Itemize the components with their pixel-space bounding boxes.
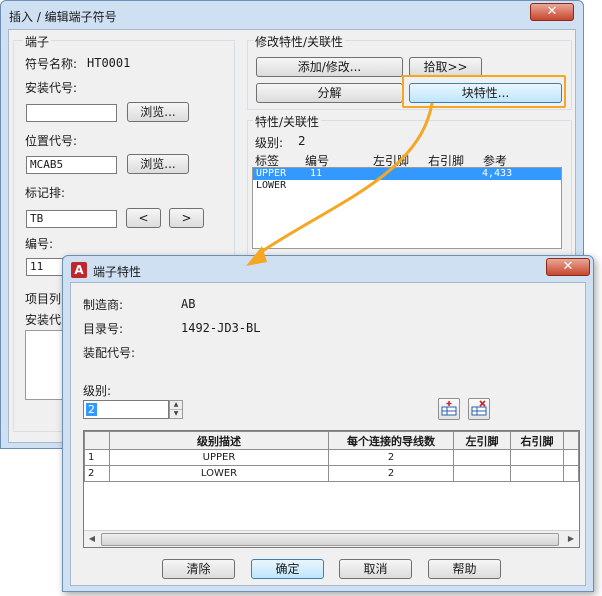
catalog-value: 1492-JD3-BL <box>181 321 261 335</box>
cell-filler <box>563 465 579 482</box>
delete-row-icon <box>471 400 487 416</box>
manufacturer-label: 制造商: <box>83 298 124 312</box>
modify-group-label: 修改特性/关联性 <box>253 33 346 50</box>
ok-button[interactable]: 确定 <box>251 559 324 579</box>
install-code-input[interactable] <box>26 104 117 122</box>
horizontal-scrollbar[interactable]: ◀ ▶ <box>84 530 579 547</box>
next-tag-button[interactable]: > <box>169 208 204 228</box>
grid-header-right-pin[interactable]: 右引脚 <box>510 431 564 450</box>
cell-right-pin[interactable] <box>510 449 564 466</box>
grid-header-left-pin[interactable]: 左引脚 <box>453 431 511 450</box>
back-titlebar[interactable]: 插入 / 编辑端子符号 ✕ <box>1 1 583 29</box>
grid-header-filler <box>563 431 579 450</box>
close-icon[interactable]: ✕ <box>546 258 590 276</box>
front-client: 制造商: AB 目录号: 1492-JD3-BL 装配代号: 级别: 2 ▲ ▼ <box>70 282 586 586</box>
level-label-front: 级别: <box>83 384 112 398</box>
grid-corner-header <box>84 431 110 450</box>
terminal-properties-dialog: A 端子特性 ✕ 制造商: AB 目录号: 1492-JD3-BL 装配代号: … <box>62 255 594 592</box>
help-button[interactable]: 帮助 <box>428 559 501 579</box>
location-code-label: 位置代号: <box>25 134 78 148</box>
tag-strip-label: 标记排: <box>25 186 66 200</box>
cell-desc[interactable]: LOWER <box>109 465 329 482</box>
properties-group-label: 特性/关联性 <box>253 113 322 130</box>
location-code-input[interactable]: MCAB5 <box>26 156 117 174</box>
scroll-left-icon[interactable]: ◀ <box>84 531 100 547</box>
scroll-thumb[interactable] <box>101 533 559 546</box>
row-index: 2 <box>84 465 110 482</box>
autocad-app-icon: A <box>71 262 87 278</box>
levels-grid[interactable]: 级别描述 每个连接的导线数 左引脚 右引脚 1 UPPER 2 2 LOWER … <box>83 430 580 548</box>
level-spinner-input[interactable]: 2 <box>83 400 169 419</box>
table-row[interactable]: 1 UPPER 2 <box>84 449 579 466</box>
explode-button[interactable]: 分解 <box>256 83 403 103</box>
insert-row-button[interactable] <box>438 398 460 420</box>
symbol-name-label: 符号名称: <box>25 57 78 71</box>
table-row[interactable]: 2 LOWER 2 <box>84 465 579 482</box>
level-spinner-buttons[interactable]: ▲ ▼ <box>169 400 183 419</box>
prev-tag-button[interactable]: < <box>126 208 161 228</box>
scroll-right-icon[interactable]: ▶ <box>563 531 579 547</box>
insert-row-icon <box>441 401 457 416</box>
spin-down-icon[interactable]: ▼ <box>170 410 182 418</box>
delete-row-button[interactable] <box>468 398 490 420</box>
front-dialog-title: 端子特性 <box>93 265 142 279</box>
symbol-name-value: HT0001 <box>87 56 131 70</box>
level-value: 2 <box>298 134 306 148</box>
cell-wires[interactable]: 2 <box>328 465 454 482</box>
grid-header-desc[interactable]: 级别描述 <box>109 431 329 450</box>
catalog-label: 目录号: <box>83 322 124 336</box>
install-code-label: 安装代号: <box>25 81 78 95</box>
install-code-partial-label: 安装代 <box>25 313 62 327</box>
browse-install-button[interactable]: 浏览... <box>127 102 189 122</box>
cell-desc[interactable]: UPPER <box>109 449 329 466</box>
pick-button[interactable]: 拾取>> <box>409 57 482 77</box>
spin-up-icon[interactable]: ▲ <box>170 401 182 410</box>
grid-header-wires[interactable]: 每个连接的导线数 <box>328 431 454 450</box>
cell-wires[interactable]: 2 <box>328 449 454 466</box>
item-list-label: 项目列 <box>25 292 62 306</box>
list-item[interactable]: LOWER <box>253 180 561 192</box>
cell-left-pin[interactable] <box>453 449 511 466</box>
clear-button[interactable]: 清除 <box>162 559 235 579</box>
back-dialog-title: 插入 / 编辑端子符号 <box>9 10 117 24</box>
properties-list[interactable]: UPPER 11 4,433 LOWER <box>252 167 562 249</box>
tag-strip-input[interactable]: TB <box>26 210 117 228</box>
cell-right-pin[interactable] <box>510 465 564 482</box>
browse-location-button[interactable]: 浏览... <box>127 154 189 174</box>
terminal-group-label: 端子 <box>23 33 52 50</box>
assembly-label: 装配代号: <box>83 346 136 360</box>
manufacturer-value: AB <box>181 297 196 311</box>
number-input[interactable]: 11 <box>26 258 66 276</box>
list-item[interactable]: UPPER 11 4,433 <box>253 168 561 180</box>
level-label: 级别: <box>255 136 284 150</box>
level-spinner-value: 2 <box>86 403 97 416</box>
close-icon[interactable]: ✕ <box>530 3 574 21</box>
cell-left-pin[interactable] <box>453 465 511 482</box>
number-label: 编号: <box>25 237 54 251</box>
levels-table: 级别描述 每个连接的导线数 左引脚 右引脚 1 UPPER 2 2 LOWER … <box>84 431 579 482</box>
row-index: 1 <box>84 449 110 466</box>
add-modify-button[interactable]: 添加/修改... <box>256 57 403 77</box>
block-properties-highlight <box>402 75 566 108</box>
cancel-button[interactable]: 取消 <box>339 559 412 579</box>
cell-filler <box>563 449 579 466</box>
